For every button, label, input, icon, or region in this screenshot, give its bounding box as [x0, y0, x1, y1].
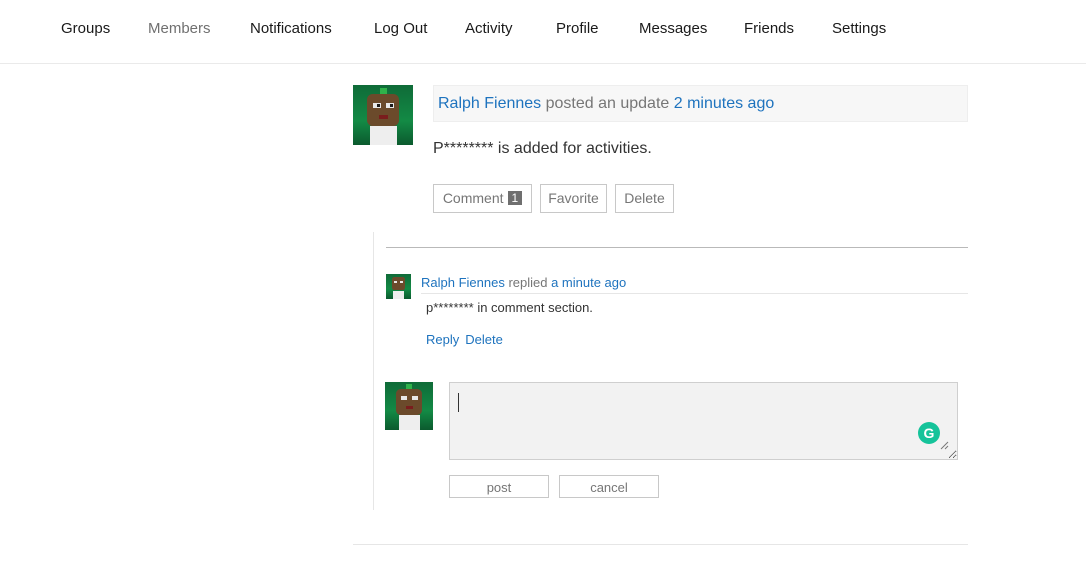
nav-notifications[interactable]: Notifications [250, 20, 332, 38]
cancel-button[interactable]: cancel [559, 475, 659, 498]
activity-author-avatar[interactable] [353, 85, 413, 145]
avatar-eye-left [401, 396, 407, 400]
activity-author-link[interactable]: Ralph Fiennes [438, 95, 541, 112]
delete-activity-button[interactable]: Delete [615, 184, 674, 213]
avatar-body [370, 126, 397, 145]
avatar-mouth [379, 115, 388, 119]
reply-actions: Reply Delete [426, 332, 509, 348]
nav-settings[interactable]: Settings [832, 20, 886, 38]
reply-time-link[interactable]: a minute ago [551, 275, 626, 290]
reply-delete-link[interactable]: Delete [465, 332, 503, 347]
reply-author-avatar[interactable] [386, 274, 411, 299]
avatar-head [396, 389, 422, 415]
avatar-pupil-left [377, 104, 380, 107]
nav-messages[interactable]: Messages [639, 20, 707, 38]
nav-groups[interactable]: Groups [61, 20, 110, 38]
top-navigation: Groups Members Notifications Log Out Act… [0, 0, 1086, 64]
resize-handle-icon[interactable] [939, 440, 949, 450]
grammarly-icon[interactable]: G [918, 422, 940, 444]
nav-profile[interactable]: Profile [556, 20, 599, 38]
comments-divider [386, 247, 968, 248]
reply-meta: Ralph Fiennes replied a minute ago [421, 275, 626, 291]
reply-divider [421, 293, 968, 294]
avatar-eye-right [400, 281, 403, 283]
nav-log-out[interactable]: Log Out [374, 20, 427, 38]
reply-action-text: replied [504, 275, 552, 290]
avatar-head [392, 277, 405, 290]
post-button[interactable]: post [449, 475, 549, 498]
avatar-mouth [406, 406, 413, 409]
comment-button-label: Comment [442, 190, 504, 206]
avatar-body [393, 291, 404, 299]
activity-action-text: posted an update [541, 95, 674, 112]
avatar-pupil-right [390, 104, 393, 107]
comment-count-badge: 1 [507, 191, 523, 205]
avatar-body [399, 415, 420, 430]
nav-activity[interactable]: Activity [465, 20, 513, 38]
text-caret [458, 393, 459, 412]
nav-members[interactable]: Members [148, 20, 211, 38]
avatar-eye-right [412, 396, 418, 400]
avatar-head [367, 94, 399, 126]
activity-content: P******** is added for activities. [433, 140, 652, 157]
current-user-avatar [385, 382, 433, 430]
avatar-eye-left [394, 281, 397, 283]
nav-friends[interactable]: Friends [744, 20, 794, 38]
activity-header: Ralph Fiennes posted an update 2 minutes… [433, 85, 968, 122]
reply-content: p******** in comment section. [426, 300, 593, 315]
comment-textarea[interactable] [449, 382, 958, 460]
favorite-button[interactable]: Favorite [540, 184, 607, 213]
thread-indent-line [373, 232, 374, 510]
comment-button[interactable]: Comment 1 [433, 184, 532, 213]
activity-bottom-divider [353, 544, 968, 545]
activity-time-link[interactable]: 2 minutes ago [674, 95, 775, 112]
reply-author-link[interactable]: Ralph Fiennes [421, 275, 505, 290]
reply-link[interactable]: Reply [426, 332, 459, 347]
